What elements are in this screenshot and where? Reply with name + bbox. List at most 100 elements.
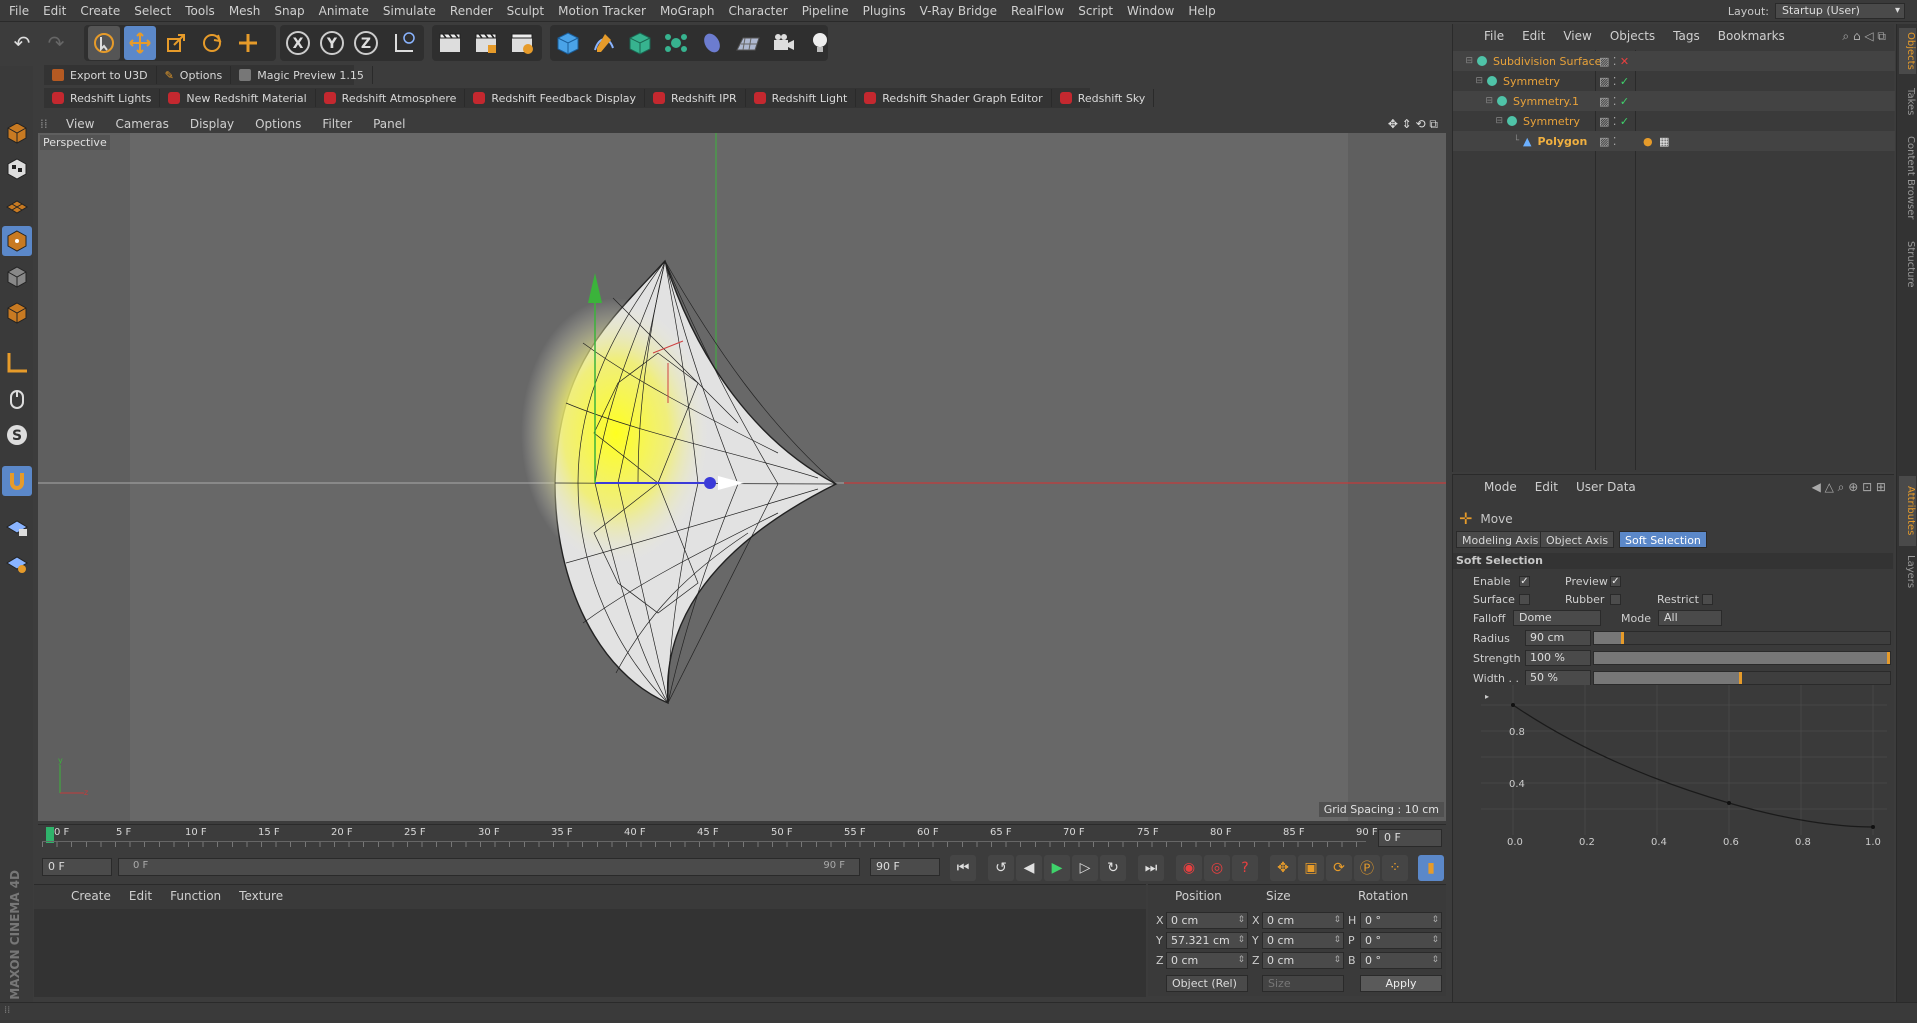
attribute-menu-mode[interactable]: Mode <box>1475 480 1526 494</box>
size-y-field[interactable]: 0 cm <box>1262 932 1344 949</box>
end-frame-field[interactable]: 90 F <box>870 858 940 876</box>
menu-character[interactable]: Character <box>721 0 794 22</box>
render-settings-icon[interactable] <box>506 26 538 60</box>
floor-icon[interactable] <box>732 26 764 60</box>
redshift-feedback-display-button[interactable]: Redshift Feedback Display <box>465 89 645 107</box>
falloff-curve-graph[interactable]: ▸ 0.8 0.4 0.0 0.2 0.4 0.6 0.8 1.0 <box>1467 685 1887 845</box>
new-redshift-material-button[interactable]: New Redshift Material <box>160 89 316 107</box>
model-mode-icon[interactable] <box>2 118 32 148</box>
viewport-menu-options[interactable]: Options <box>245 117 312 131</box>
restrict-checkbox[interactable] <box>1702 594 1713 605</box>
redshift-sky-button[interactable]: Redshift Sky <box>1052 89 1155 107</box>
viewport-menu-cameras[interactable]: Cameras <box>105 117 179 131</box>
rubber-checkbox[interactable] <box>1610 594 1621 605</box>
visibility-toggle[interactable]: ▨ ⁚ ✓ <box>1599 115 1629 128</box>
side-tab-attributes[interactable]: Attributes <box>1899 476 1916 546</box>
snapping-icon[interactable] <box>2 466 32 496</box>
move-tool-icon[interactable] <box>124 26 156 60</box>
viewport-menu-view[interactable]: View <box>56 117 105 131</box>
menu-help[interactable]: Help <box>1181 0 1222 22</box>
export-u3d-button[interactable]: Export to U3D <box>44 66 157 84</box>
undo-icon[interactable]: ↶ <box>6 26 38 60</box>
subdivision-surface-icon[interactable] <box>624 26 656 60</box>
options-button[interactable]: ✎ Options <box>157 66 232 84</box>
cloner-icon[interactable] <box>660 26 692 60</box>
redshift-shader-graph-button[interactable]: Redshift Shader Graph Editor <box>856 89 1052 107</box>
texture-mode-icon[interactable] <box>2 154 32 184</box>
surface-checkbox[interactable] <box>1519 594 1530 605</box>
solo-mode-icon[interactable]: S <box>2 420 32 450</box>
axis-mode-icon[interactable] <box>2 348 32 378</box>
preview-checkbox[interactable]: ✓ <box>1610 576 1621 587</box>
light-icon[interactable] <box>804 26 836 60</box>
previous-frame-icon[interactable]: ◀ <box>1016 855 1042 881</box>
scheme-settings-icon[interactable]: ▮ <box>1418 855 1444 881</box>
magic-preview-button[interactable]: Magic Preview 1.15 <box>231 66 373 84</box>
menu-mograph[interactable]: MoGraph <box>653 0 722 22</box>
radius-slider-knob[interactable] <box>1620 632 1624 644</box>
tweak-mode-icon[interactable] <box>2 384 32 414</box>
camera-icon[interactable] <box>768 26 800 60</box>
key-point-level-icon[interactable]: ⁘ <box>1382 855 1408 881</box>
strength-slider[interactable] <box>1593 651 1891 665</box>
cube-object-icon[interactable] <box>552 26 584 60</box>
width-slider-knob[interactable] <box>1739 672 1742 684</box>
viewport-menu-filter[interactable]: Filter <box>312 117 363 131</box>
viewport-menu-display[interactable]: Display <box>180 117 245 131</box>
tab-modeling-axis[interactable]: Modeling Axis <box>1456 531 1545 548</box>
material-menu-function[interactable]: Function <box>161 889 230 903</box>
menu-sculpt[interactable]: Sculpt <box>500 0 551 22</box>
start-frame-field[interactable]: 0 F <box>42 858 112 876</box>
object-menu-tags[interactable]: Tags <box>1664 29 1709 43</box>
frame-range-slider[interactable]: 0 F 90 F <box>118 858 860 876</box>
size-x-field[interactable]: 0 cm <box>1262 912 1344 929</box>
object-menu-objects[interactable]: Objects <box>1601 29 1664 43</box>
mode-dropdown[interactable]: All <box>1658 610 1722 626</box>
material-menu-create[interactable]: Create <box>62 889 120 903</box>
previous-key-icon[interactable]: ↺ <box>988 855 1014 881</box>
menu-window[interactable]: Window <box>1120 0 1181 22</box>
pos-z-field[interactable]: 0 cm <box>1166 952 1248 969</box>
polygons-mode-icon[interactable] <box>2 298 32 328</box>
menu-snap[interactable]: Snap <box>267 0 311 22</box>
key-scale-icon[interactable]: ▣ <box>1298 855 1324 881</box>
object-menu-view[interactable]: View <box>1554 29 1600 43</box>
menu-file[interactable]: File <box>2 0 36 22</box>
x-axis-lock-icon[interactable]: X <box>282 26 314 60</box>
object-menu-bookmarks[interactable]: Bookmarks <box>1709 29 1794 43</box>
go-to-end-icon[interactable]: ⏭ <box>1138 855 1164 881</box>
object-row-subdivision-surface[interactable]: ⊟ Subdivision Surface ▨ ⁚ ✕ <box>1453 51 1895 71</box>
rotate-tool-icon[interactable] <box>196 26 228 60</box>
redshift-ipr-button[interactable]: Redshift IPR <box>645 89 746 107</box>
object-row-symmetry[interactable]: ⊟ Symmetry ▨ ⁚ ✓ <box>1453 71 1895 91</box>
z-axis-lock-icon[interactable]: Z <box>350 26 382 60</box>
autokey-icon[interactable]: ◎ <box>1204 855 1230 881</box>
record-active-icon[interactable]: ◉ <box>1176 855 1202 881</box>
tab-object-axis[interactable]: Object Axis <box>1540 531 1615 548</box>
go-to-start-icon[interactable]: ⏮ <box>950 855 976 881</box>
next-frame-icon[interactable]: ▷ <box>1072 855 1098 881</box>
tab-soft-selection[interactable]: Soft Selection <box>1619 531 1707 548</box>
menu-simulate[interactable]: Simulate <box>376 0 443 22</box>
redshift-atmosphere-button[interactable]: Redshift Atmosphere <box>316 89 466 107</box>
texture-tag-icon[interactable]: ▦ <box>1659 135 1669 148</box>
object-row-polygon[interactable]: └ ▲ Polygon ▨ ⁚ ● ▦ <box>1453 131 1895 151</box>
object-menu-edit[interactable]: Edit <box>1513 29 1554 43</box>
coordinate-system-icon[interactable] <box>388 26 420 60</box>
side-tab-structure[interactable]: Structure <box>1899 234 1916 294</box>
render-view-icon[interactable] <box>434 26 466 60</box>
pos-y-field[interactable]: 57.321 cm <box>1166 932 1248 949</box>
locked-workplane-icon[interactable] <box>2 512 32 542</box>
coordinate-mode-dropdown[interactable]: Object (Rel) <box>1166 975 1248 992</box>
strength-slider-knob[interactable] <box>1887 652 1890 664</box>
live-selection-icon[interactable] <box>88 26 120 60</box>
menu-script[interactable]: Script <box>1071 0 1120 22</box>
rot-h-field[interactable]: 0 ° <box>1360 912 1442 929</box>
key-parameter-icon[interactable]: Ⓟ <box>1354 855 1380 881</box>
apply-button[interactable]: Apply <box>1360 975 1442 992</box>
viewport-nav-icons[interactable]: ✥ ⇕ ⟲ ⧉ <box>1388 117 1446 132</box>
menu-select[interactable]: Select <box>127 0 178 22</box>
material-list-area[interactable] <box>34 909 1146 997</box>
size-mode-dropdown[interactable]: Size <box>1262 975 1344 992</box>
rot-b-field[interactable]: 0 ° <box>1360 952 1442 969</box>
